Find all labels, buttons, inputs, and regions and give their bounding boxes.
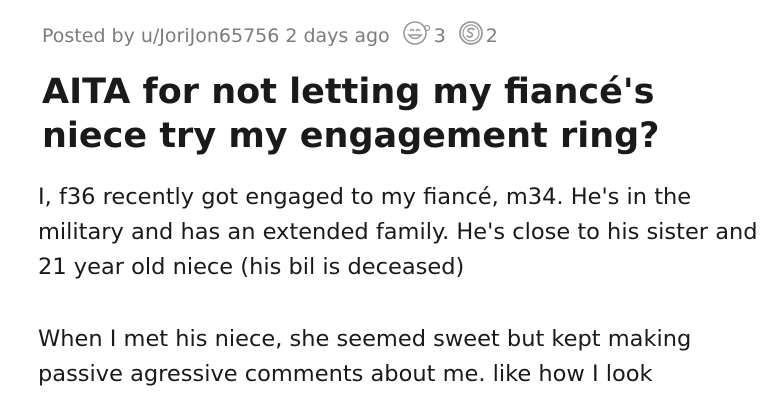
author-link[interactable]: u/JoriJon65756 [141,25,279,47]
silver-coin-award-icon [458,20,486,51]
award-laughing[interactable]: 3 [402,20,446,51]
award-2-count: 2 [485,24,498,47]
post-meta: Posted by u/JoriJon65756 2 days ago 3 2 [42,20,498,51]
post-time: 2 days ago [285,24,390,47]
post-title[interactable]: AITA for not letting my fiancé's niece t… [42,70,762,158]
laughing-award-icon [402,20,434,51]
post-body-paragraph-2: When I met his niece, she seemed sweet b… [38,326,692,387]
post-body-paragraph-1: I, f36 recently got engaged to my fiancé… [38,184,758,280]
award-1-count: 3 [433,24,446,47]
posted-by-label: Posted by [42,24,135,47]
award-silver[interactable]: 2 [458,20,498,51]
